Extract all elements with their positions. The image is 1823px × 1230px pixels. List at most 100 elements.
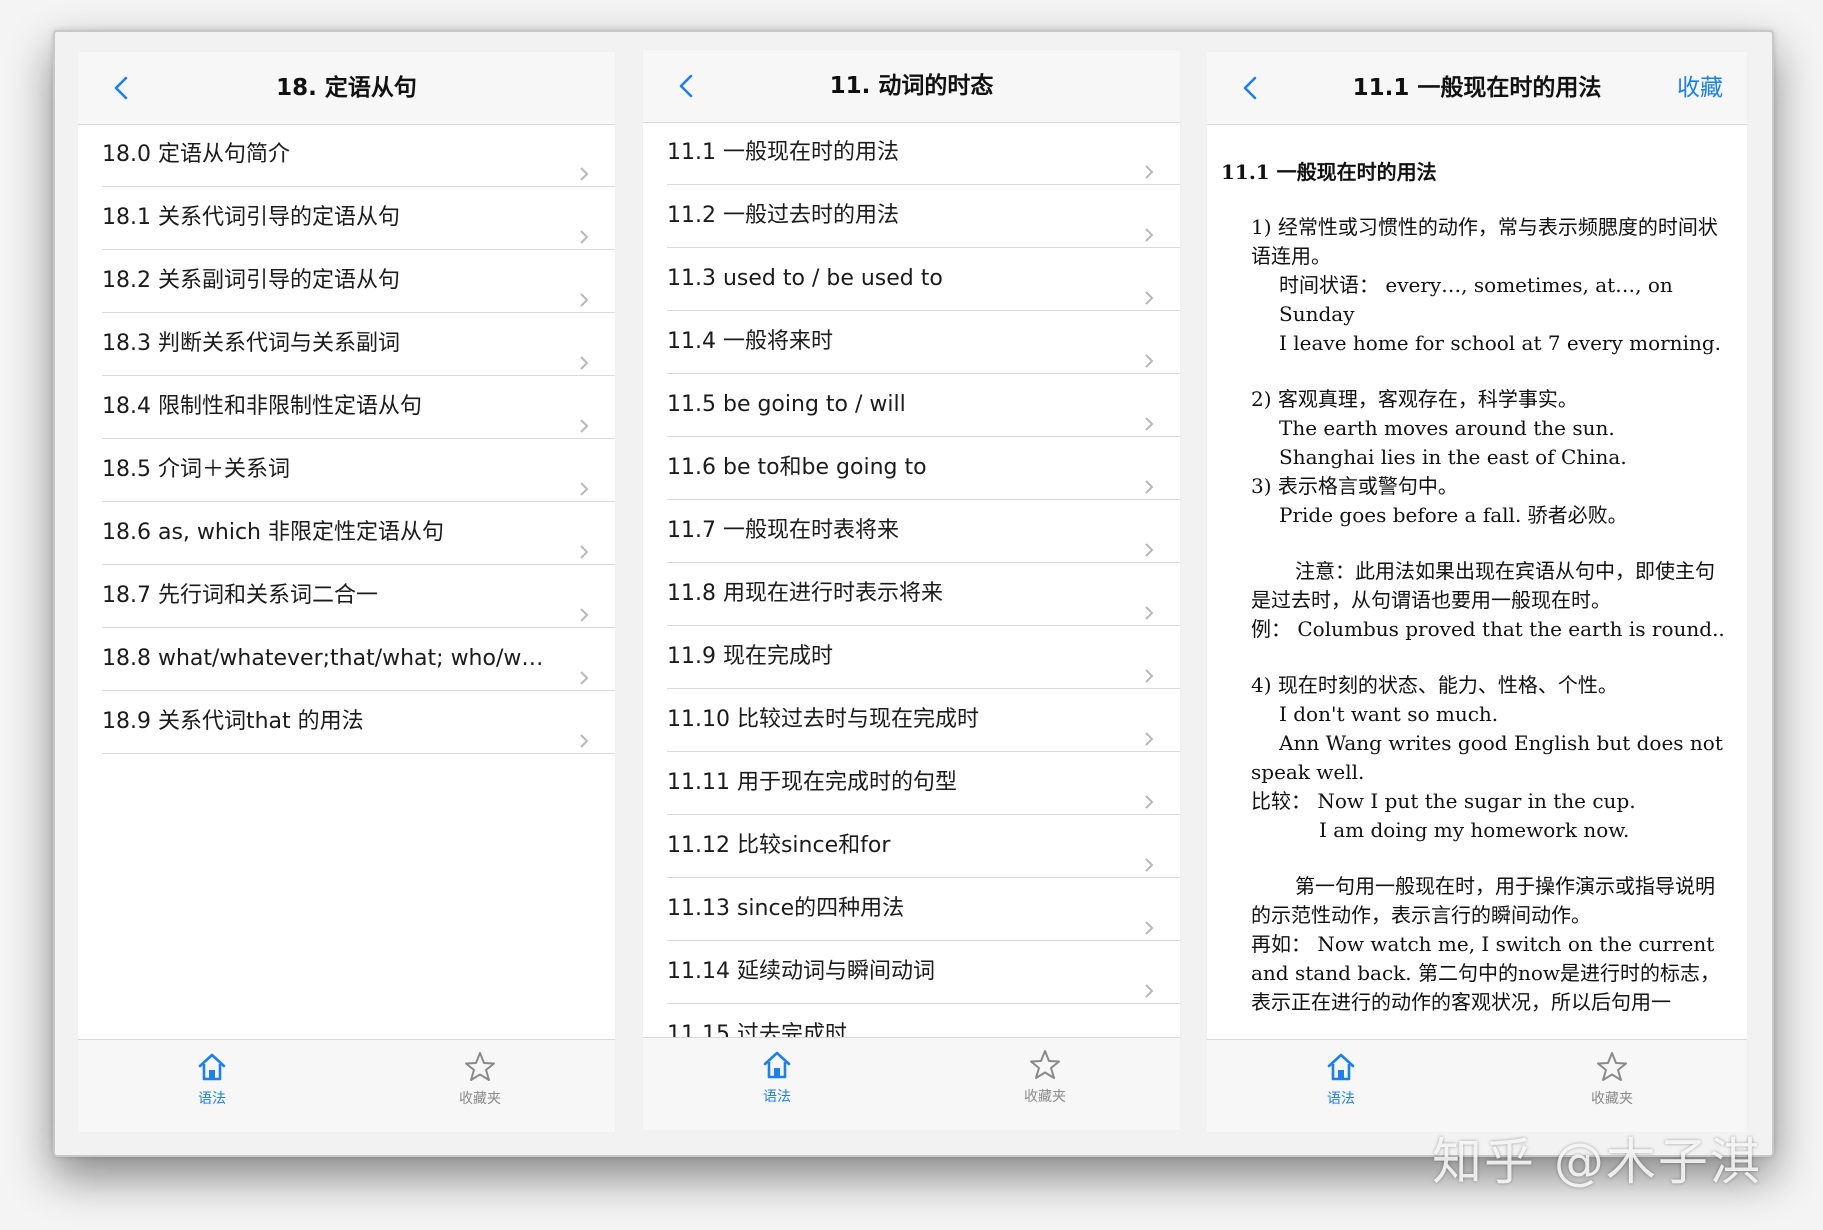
article-line: The earth moves around the sun. [1279, 416, 1615, 440]
list-item[interactable]: 18.8 what/whatever;that/what; who/who... [102, 628, 615, 691]
list-item-label: 11.4 一般将来时 [667, 329, 833, 354]
tab-favorites[interactable]: 收藏夹 [420, 1050, 540, 1122]
list-item[interactable]: 18.7 先行词和关系词二合一 [102, 565, 615, 628]
tab-favorites-label: 收藏夹 [1591, 1091, 1633, 1107]
back-icon[interactable] [673, 72, 701, 100]
list-item-label: 18.8 what/whatever;that/what; who/who... [102, 646, 555, 671]
list-item-label: 18.5 介词＋关系词 [102, 457, 290, 482]
tab-grammar-label: 语法 [763, 1089, 791, 1105]
back-icon[interactable] [1237, 74, 1265, 102]
chevron-right-icon [1142, 459, 1156, 494]
chevron-right-icon [1142, 396, 1156, 431]
tab-favorites[interactable]: 收藏夹 [1552, 1050, 1672, 1122]
list-item[interactable]: 11.13 since的四种用法 [667, 878, 1180, 941]
chapter-list: 11.1 一般现在时的用法 11.2 一般过去时的用法 11.3 used to… [643, 122, 1180, 1038]
list-item[interactable]: 11.11 用于现在完成时的句型 [667, 752, 1180, 815]
article-line: Ann Wang writes good English but does no… [1251, 731, 1723, 784]
list-item-label: 11.9 现在完成时 [667, 644, 833, 669]
article-line: 比较： Now I put the sugar in the cup. [1251, 789, 1636, 813]
chevron-right-icon [1142, 270, 1156, 305]
list-item-label: 11.14 延续动词与瞬间动词 [667, 959, 935, 984]
list-item-label: 18.4 限制性和非限制性定语从句 [102, 394, 422, 419]
list-item-label: 11.13 since的四种用法 [667, 896, 905, 921]
tab-grammar[interactable]: 语法 [1281, 1050, 1401, 1122]
list-item[interactable]: 11.4 一般将来时 [667, 311, 1180, 374]
chevron-right-icon [1142, 837, 1156, 872]
phone-screen-simple-present-detail: 11.1 一般现在时的用法 收藏 11.1 一般现在时的用法 1) 经常性或习惯… [1207, 52, 1747, 1132]
list-item[interactable]: 11.10 比较过去时与现在完成时 [667, 689, 1180, 752]
chevron-right-icon [577, 398, 591, 433]
chevron-right-icon [577, 272, 591, 307]
favorite-button[interactable]: 收藏 [1677, 52, 1723, 124]
list-item-label: 11.8 用现在进行时表示将来 [667, 581, 943, 606]
article-line: Shanghai lies in the east of China. [1279, 445, 1627, 469]
article-line: 时间状语： every…, sometimes, at…, on Sunday [1279, 273, 1673, 326]
list-item[interactable]: 11.2 一般过去时的用法 [667, 185, 1180, 248]
back-icon[interactable] [108, 74, 136, 102]
list-item[interactable]: 18.6 as, which 非限定性定语从句 [102, 502, 615, 565]
screenshot-frame: 18. 定语从句 18.0 定语从句简介 18.1 关系代词引导的定语从句 18… [53, 30, 1774, 1157]
list-item-label: 18.9 关系代词that 的用法 [102, 709, 364, 734]
list-item-label: 18.0 定语从句简介 [102, 142, 290, 167]
list-item-label: 18.2 关系副词引导的定语从句 [102, 268, 400, 293]
list-item[interactable]: 11.15 过去完成时 [667, 1004, 1180, 1038]
chevron-right-icon [1142, 585, 1156, 620]
article-heading: 11.1 一般现在时的用法 [1221, 160, 1437, 184]
list-item[interactable]: 11.1 一般现在时的用法 [667, 122, 1180, 185]
list-item-label: 18.6 as, which 非限定性定语从句 [102, 520, 444, 545]
list-item[interactable]: 18.3 判断关系代词与关系副词 [102, 313, 615, 376]
list-item-label: 18.7 先行词和关系词二合一 [102, 583, 378, 608]
chevron-right-icon [577, 461, 591, 496]
article-line: 注意：此用法如果出现在宾语从句中，即使主句是过去时，从句谓语也要用一般现在时。 [1251, 559, 1715, 612]
tab-bar: 语法 收藏夹 [643, 1037, 1180, 1130]
list-item[interactable]: 18.2 关系副词引导的定语从句 [102, 250, 615, 313]
list-item[interactable]: 11.5 be going to / will [667, 374, 1180, 437]
list-item[interactable]: 18.5 介词＋关系词 [102, 439, 615, 502]
list-item-label: 11.15 过去完成时 [667, 1022, 847, 1038]
list-item[interactable]: 18.4 限制性和非限制性定语从句 [102, 376, 615, 439]
list-item-label: 11.10 比较过去时与现在完成时 [667, 707, 979, 732]
article-line: 2) 客观真理，客观存在，科学事实。 [1251, 387, 1578, 411]
tab-grammar[interactable]: 语法 [152, 1050, 272, 1122]
list-item-label: 11.3 used to / be used to [667, 266, 943, 291]
article-line: 第一句用一般现在时，用于操作演示或指导说明的示范性动作，表示言行的瞬间动作。 [1251, 874, 1715, 927]
chevron-right-icon [1142, 207, 1156, 242]
chevron-right-icon [577, 524, 591, 559]
list-item[interactable]: 11.9 现在完成时 [667, 626, 1180, 689]
list-item[interactable]: 11.3 used to / be used to [667, 248, 1180, 311]
chapter-list: 18.0 定语从句简介 18.1 关系代词引导的定语从句 18.2 关系副词引导… [78, 124, 615, 754]
chevron-right-icon [577, 146, 591, 181]
list-item[interactable]: 11.7 一般现在时表将来 [667, 500, 1180, 563]
list-item-label: 11.5 be going to / will [667, 392, 906, 417]
chevron-right-icon [1142, 144, 1156, 179]
chevron-right-icon [577, 335, 591, 370]
list-item[interactable]: 11.14 延续动词与瞬间动词 [667, 941, 1180, 1004]
phone-screen-attributive-clause: 18. 定语从句 18.0 定语从句简介 18.1 关系代词引导的定语从句 18… [78, 52, 615, 1132]
article-line: 3) 表示格言或警句中。 [1251, 474, 1458, 498]
tab-bar: 语法 收藏夹 [1207, 1039, 1747, 1132]
list-item[interactable]: 11.12 比较since和for [667, 815, 1180, 878]
list-item-label: 11.7 一般现在时表将来 [667, 518, 899, 543]
list-item[interactable]: 11.6 be to和be going to [667, 437, 1180, 500]
tab-favorites-label: 收藏夹 [1024, 1089, 1066, 1105]
tab-grammar[interactable]: 语法 [717, 1048, 837, 1120]
chevron-right-icon [1142, 900, 1156, 935]
list-item[interactable]: 11.8 用现在进行时表示将来 [667, 563, 1180, 626]
nav-bar: 18. 定语从句 [78, 52, 615, 125]
page-title: 11.1 一般现在时的用法 [1352, 75, 1602, 101]
list-item[interactable]: 18.0 定语从句简介 [102, 124, 615, 187]
tab-favorites[interactable]: 收藏夹 [985, 1048, 1105, 1120]
list-item[interactable]: 18.9 关系代词that 的用法 [102, 691, 615, 754]
chevron-right-icon [577, 650, 591, 685]
article-line: Pride goes before a fall. 骄者必败。 [1279, 503, 1628, 527]
list-item-label: 11.6 be to和be going to [667, 455, 927, 480]
chevron-right-icon [577, 587, 591, 622]
list-item[interactable]: 18.1 关系代词引导的定语从句 [102, 187, 615, 250]
article-line: 例： Columbus proved that the earth is rou… [1251, 617, 1725, 641]
list-item-label: 11.11 用于现在完成时的句型 [667, 770, 957, 795]
chevron-right-icon [577, 713, 591, 748]
list-item-label: 18.3 判断关系代词与关系副词 [102, 331, 400, 356]
home-icon [717, 1048, 837, 1082]
chevron-right-icon [1142, 711, 1156, 746]
chevron-right-icon [1142, 333, 1156, 368]
